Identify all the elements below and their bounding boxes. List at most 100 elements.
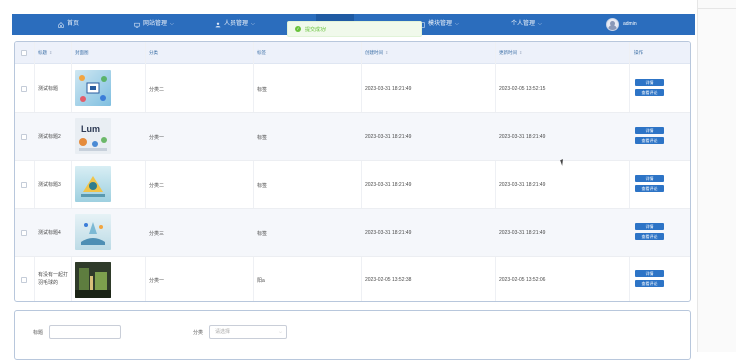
row-updated: 2023-03-31 18:21:49	[499, 230, 546, 236]
sort-icon[interactable]: ⇕	[49, 50, 52, 55]
row-category: 分类一	[149, 278, 165, 284]
row-created: 2023-02-05 13:52:38	[365, 277, 412, 283]
chevron-down-icon: ⌵	[251, 21, 255, 27]
table-row: 有没有一起打羽毛球的 分类一 阳a 2023-02-05 13:52:38 20…	[15, 257, 690, 301]
chevron-down-icon: ⌵	[170, 21, 174, 27]
view-comments-button[interactable]: 查看评论	[635, 280, 664, 287]
category-select[interactable]: 请选择 ⌵	[209, 325, 287, 339]
col-actions-label: 操作	[634, 50, 643, 55]
table-row: 测试标题2 Lum 分类一 标签 2023-03-31 18:21:49 202…	[15, 113, 690, 161]
cover-image	[75, 262, 111, 298]
col-tag: 标签	[257, 42, 266, 64]
nav-site-manage-label: 网站管理	[143, 21, 168, 27]
page: 首页 网站管理 ⌵ 人员管理 ⌵ 模块管理 ⌵ 个人管理 ⌵ admin ✓ 提…	[0, 0, 736, 360]
row-category: 分类三	[149, 231, 165, 237]
sort-icon[interactable]: ⇕	[519, 50, 522, 55]
row-category: 分类一	[149, 135, 165, 141]
detail-button[interactable]: 详情	[635, 127, 664, 134]
row-checkbox[interactable]	[21, 230, 27, 236]
row-created: 2023-03-31 18:21:49	[365, 134, 412, 140]
nav-personal-manage[interactable]: 个人管理 ⌵	[511, 14, 542, 35]
category-placeholder: 请选择	[215, 329, 231, 335]
row-title: 测试标题	[38, 86, 59, 92]
row-tag: 标签	[257, 231, 268, 237]
svg-text:Lum: Lum	[81, 124, 100, 134]
col-updated[interactable]: 更新时间 ⇕	[499, 42, 522, 64]
col-actions: 操作	[634, 42, 643, 64]
view-comments-button[interactable]: 查看评论	[635, 137, 664, 144]
row-title: 测试标题3	[38, 182, 61, 188]
row-created: 2023-03-31 18:21:49	[365, 230, 412, 236]
col-tag-label: 标签	[257, 50, 266, 55]
view-comments-button[interactable]: 查看评论	[635, 89, 664, 96]
nav-home[interactable]: 首页	[58, 14, 79, 35]
row-updated: 2023-02-05 13:52:06	[499, 277, 546, 283]
nav-staff-manage-label: 人员管理	[224, 21, 249, 27]
chevron-down-icon: ⌵	[538, 21, 542, 27]
table-header: 标题 ⇕ 封面图 分类 标签 创建时间 ⇕ 更新时间 ⇕ 操作	[15, 42, 690, 64]
nav-module-manage-label: 模块管理	[428, 21, 453, 27]
home-icon	[58, 21, 64, 28]
nav-personal-manage-label: 个人管理	[511, 21, 536, 27]
avatar[interactable]	[606, 18, 619, 31]
table-row: 测试标题 分类二 标签 2023-03-31 18:21:49 2023-02-…	[15, 65, 690, 113]
category-label: 分类	[193, 330, 204, 336]
col-created-label: 创建时间	[365, 50, 383, 55]
row-tag: 标签	[257, 183, 268, 189]
col-cover-label: 封面图	[75, 50, 89, 55]
search-form: 标题 分类 请选择 ⌵	[14, 310, 691, 360]
user-name[interactable]: admin	[623, 14, 637, 35]
col-cover: 封面图	[75, 42, 89, 64]
row-title: 有没有一起打羽毛球的	[38, 272, 69, 286]
row-updated: 2023-02-05 13:52:15	[499, 86, 546, 92]
monitor-icon	[134, 22, 140, 28]
nav-home-label: 首页	[67, 21, 80, 27]
row-checkbox[interactable]	[21, 134, 27, 140]
row-tag: 标签	[257, 135, 268, 141]
success-icon: ✓	[295, 26, 301, 32]
detail-button[interactable]: 详情	[635, 175, 664, 182]
row-updated: 2023-03-31 18:21:49	[499, 182, 546, 188]
sort-icon[interactable]: ⇕	[385, 50, 388, 55]
row-tag: 标签	[257, 87, 268, 93]
row-category: 分类二	[149, 87, 165, 93]
row-created: 2023-03-31 18:21:49	[365, 182, 412, 188]
row-title: 测试标题4	[38, 230, 61, 236]
toast-message: 提交成功!	[305, 26, 327, 33]
col-title[interactable]: 标题 ⇕	[38, 42, 52, 64]
success-toast: ✓ 提交成功!	[287, 21, 422, 37]
cover-image: Lum	[75, 118, 111, 154]
row-checkbox[interactable]	[21, 86, 27, 92]
detail-button[interactable]: 详情	[635, 79, 664, 86]
select-all-checkbox[interactable]	[21, 50, 27, 56]
row-title: 测试标题2	[38, 134, 61, 140]
col-category: 分类	[149, 42, 158, 64]
nav-staff-manage[interactable]: 人员管理 ⌵	[215, 14, 255, 35]
col-updated-label: 更新时间	[499, 50, 517, 55]
row-tag: 阳a	[257, 278, 265, 284]
nav-module-manage[interactable]: 模块管理 ⌵	[419, 14, 459, 35]
title-label: 标题	[33, 330, 44, 336]
chevron-down-icon: ⌵	[455, 21, 459, 27]
table-row: 测试标题4 分类三 标签 2023-03-31 18:21:49 2023-03…	[15, 209, 690, 257]
row-updated: 2023-03-31 18:21:49	[499, 134, 546, 140]
user-icon	[215, 22, 221, 27]
cover-image	[75, 70, 111, 106]
view-comments-button[interactable]: 查看评论	[635, 233, 664, 240]
chevron-down-icon: ⌵	[278, 329, 282, 334]
col-created[interactable]: 创建时间 ⇕	[365, 42, 388, 64]
detail-button[interactable]: 详情	[635, 270, 664, 277]
view-comments-button[interactable]: 查看评论	[635, 185, 664, 192]
articles-table: 标题 ⇕ 封面图 分类 标签 创建时间 ⇕ 更新时间 ⇕ 操作 测试标题 分类二 标签…	[14, 41, 691, 302]
cover-image	[75, 166, 111, 202]
detail-button[interactable]: 详情	[635, 223, 664, 230]
title-input[interactable]	[49, 325, 121, 339]
row-checkbox[interactable]	[21, 277, 27, 283]
row-category: 分类二	[149, 183, 165, 189]
cover-image	[75, 214, 111, 250]
row-checkbox[interactable]	[21, 182, 27, 188]
scrollbar-area[interactable]	[697, 0, 736, 352]
nav-site-manage[interactable]: 网站管理 ⌵	[134, 14, 174, 35]
row-created: 2023-03-31 18:21:49	[365, 86, 412, 92]
nav-active-strip	[316, 14, 354, 21]
